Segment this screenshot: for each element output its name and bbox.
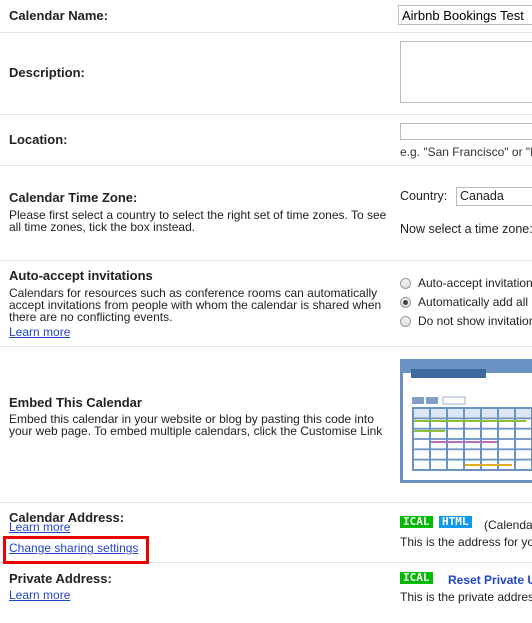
calendar-address-learn-more-link[interactable]: Learn more — [9, 520, 70, 534]
calendar-preview-cell — [448, 450, 463, 459]
calendar-preview-cell — [516, 450, 531, 459]
location-label: Location: — [9, 132, 68, 147]
country-value: Canada — [460, 189, 504, 203]
description-label: Description: — [9, 65, 85, 80]
change-sharing-settings-link[interactable]: Change sharing settings — [9, 541, 138, 555]
row-auto-accept: Auto-accept invitations Calendars for re… — [0, 261, 532, 347]
auto-accept-label: Auto-accept invitations — [9, 268, 153, 283]
calendar-preview-cell — [414, 460, 429, 469]
radio-automatically-add[interactable] — [400, 297, 411, 308]
calendar-preview-cell — [465, 450, 480, 459]
calendar-preview-cell — [431, 460, 446, 469]
private-ical-button[interactable]: ICAL — [400, 572, 433, 584]
calendar-preview-cell — [516, 439, 531, 449]
row-calendar-name: Calendar Name: — [0, 0, 532, 33]
html-button[interactable]: HTML — [439, 516, 472, 528]
country-select[interactable]: Canada — [456, 187, 532, 206]
calendar-preview-cell — [465, 409, 480, 418]
private-address-label: Private Address: — [9, 571, 112, 586]
radio-label: Automatically add all — [418, 295, 529, 309]
calendar-preview-cell — [516, 409, 531, 418]
radio-auto-accept[interactable] — [400, 278, 411, 289]
row-location: Location: e.g. "San Francisco" or "N — [0, 115, 532, 166]
calendar-preview-cell — [499, 409, 514, 418]
time-zone-select-label: Now select a time zone: — [400, 222, 532, 236]
row-private-address: Private Address: Learn more ICAL Reset P… — [0, 563, 532, 623]
description-textarea[interactable] — [400, 41, 532, 103]
row-calendar-address: Calendar Address: Learn more Change shar… — [0, 503, 532, 564]
calendar-preview-cell — [448, 429, 463, 439]
embed-label: Embed This Calendar — [9, 395, 142, 410]
calendar-preview-cell — [448, 460, 463, 469]
radio-label: Do not show invitation — [418, 314, 532, 328]
calendar-preview-cell — [431, 450, 446, 459]
radio-label: Auto-accept invitation — [418, 276, 532, 290]
calendar-name-label: Calendar Name: — [9, 8, 108, 23]
calendar-preview-cell — [499, 450, 514, 459]
auto-accept-description: Calendars for resources such as conferen… — [9, 286, 382, 324]
calendar-preview-cell — [499, 439, 514, 449]
time-zone-label: Calendar Time Zone: — [9, 190, 138, 205]
embed-description: Embed this calendar in your website or b… — [9, 412, 383, 438]
calendar-preview-cell — [482, 409, 497, 418]
calendar-preview-cell — [482, 450, 497, 459]
row-description: Description: — [0, 33, 532, 115]
calendar-preview-image[interactable] — [400, 359, 532, 483]
private-address-description: This is the private address — [400, 590, 532, 604]
radio-do-not-show[interactable] — [400, 316, 411, 327]
location-input[interactable] — [400, 123, 532, 140]
calendar-preview-cell — [414, 439, 429, 449]
calendar-preview-cell — [516, 460, 531, 469]
calendar-preview-cell — [431, 409, 446, 418]
ical-button[interactable]: ICAL — [400, 516, 433, 528]
auto-accept-learn-more-link[interactable]: Learn more — [9, 325, 70, 339]
time-zone-description: Please first select a country to select … — [9, 208, 387, 234]
row-embed: Embed This Calendar Embed this calendar … — [0, 347, 532, 503]
location-hint: e.g. "San Francisco" or "N — [400, 145, 532, 159]
calendar-preview-cell — [499, 429, 514, 439]
calendar-address-note: (Calendar — [484, 518, 532, 532]
calendar-preview-cell — [414, 450, 429, 459]
calendar-preview-cell — [448, 409, 463, 418]
private-address-learn-more-link[interactable]: Learn more — [9, 588, 70, 602]
row-time-zone: Calendar Time Zone: Please first select … — [0, 166, 532, 261]
calendar-preview-cell — [516, 429, 531, 439]
calendar-address-description: This is the address for your — [400, 535, 532, 549]
calendar-preview-cell — [414, 409, 429, 418]
calendar-preview-cell — [465, 429, 480, 439]
calendar-name-input[interactable] — [398, 5, 532, 25]
country-label: Country: — [400, 189, 448, 203]
calendar-preview-cell — [482, 429, 497, 439]
reset-private-urls-link[interactable]: Reset Private U — [448, 573, 532, 587]
